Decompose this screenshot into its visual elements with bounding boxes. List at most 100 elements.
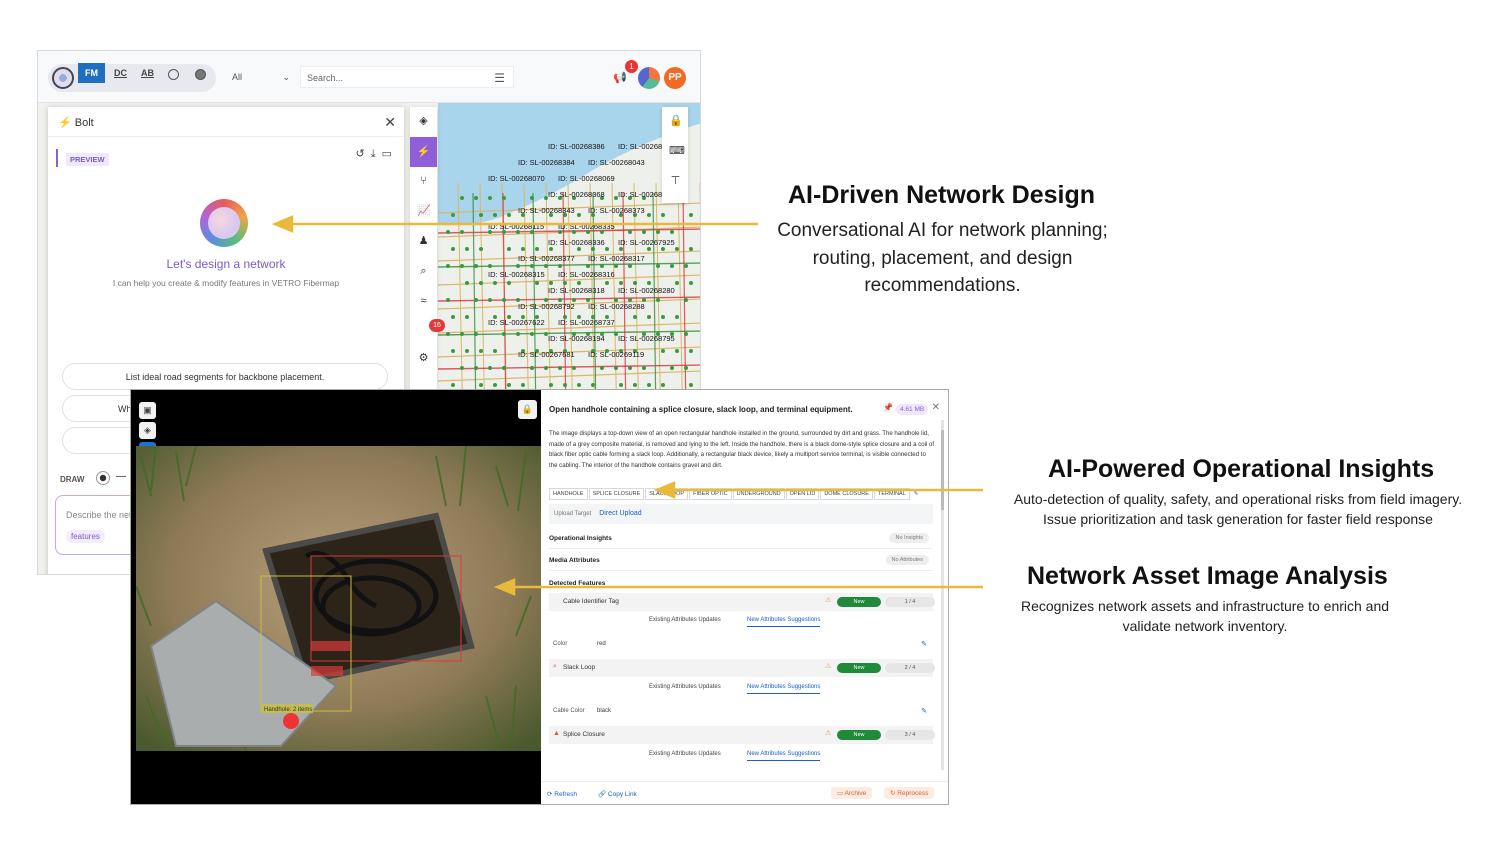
keyboard-icon[interactable]: ⌨ — [669, 145, 685, 158]
operational-insights-row[interactable]: Operational Insights No Insights — [549, 529, 933, 549]
scrollbar-thumb[interactable] — [941, 430, 944, 510]
chart-icon[interactable]: 📈 — [417, 205, 431, 218]
lock-icon[interactable]: 🔒 — [518, 400, 537, 419]
asset-point — [558, 264, 562, 268]
tab-existing-attributes[interactable]: Existing Attributes Updates — [649, 617, 721, 623]
upload-target-value[interactable]: Direct Upload — [599, 510, 641, 517]
tab-dc[interactable]: DC — [114, 68, 127, 78]
user-avatar[interactable]: PP — [664, 67, 686, 89]
refresh-button[interactable]: ⟳ Refresh — [547, 790, 577, 798]
tab-new-attributes[interactable]: New Attributes Suggestions — [747, 617, 821, 627]
feature-row[interactable]: Cable Identifier Tag ⚠ New 1 / 4 — [549, 593, 935, 611]
settings-icon[interactable]: ⚙ — [417, 352, 430, 365]
search-input[interactable]: Search... ☰ — [300, 66, 514, 88]
close-circle-icon[interactable] — [195, 69, 206, 80]
asset-point — [479, 349, 483, 353]
tab-existing-attributes[interactable]: Existing Attributes Updates — [649, 684, 721, 690]
tab-ab[interactable]: AB — [141, 68, 154, 78]
marker-dot[interactable] — [283, 713, 299, 729]
tag-chip[interactable]: SLACK LOOP — [645, 488, 689, 500]
top-toolbar: FM DC AB All ⌄ Search... ☰ 📢 1 PP — [38, 51, 700, 103]
route-icon[interactable]: ⑂ — [417, 175, 430, 188]
layers-icon[interactable]: ◈ — [417, 115, 430, 128]
image-icon[interactable]: ▣ — [139, 402, 156, 419]
asset-point — [689, 281, 693, 285]
reprocess-button[interactable]: ↻ Reprocess — [884, 787, 935, 799]
asset-point — [465, 281, 469, 285]
asset-point — [619, 281, 623, 285]
tab-new-attributes[interactable]: New Attributes Suggestions — [747, 684, 821, 694]
features-chip[interactable]: features — [66, 530, 105, 543]
tag-chip[interactable]: FIBER OPTIC — [689, 488, 732, 500]
copy-link-button[interactable]: 🔗 Copy Link — [598, 790, 637, 798]
asset-point — [493, 349, 497, 353]
menu-icon[interactable]: ☰ — [494, 71, 505, 85]
zoom-icon[interactable]: ⌕ — [417, 265, 430, 278]
asset-point — [446, 332, 450, 336]
bolt-tool-icon[interactable]: ⚡ — [410, 137, 437, 167]
asset-point — [460, 332, 464, 336]
archive-button[interactable]: ▭ Archive — [831, 787, 873, 799]
field-photo: Handhole: 2 items — [136, 446, 541, 751]
attribute-row: Cable Color black ✎ — [553, 707, 927, 715]
asset-point — [591, 247, 595, 251]
app-logo-icon[interactable] — [52, 67, 74, 89]
draw-label: DRAW — [60, 475, 85, 484]
asset-point — [507, 213, 511, 217]
bolt-avatar[interactable] — [638, 67, 660, 89]
point-tool-icon[interactable] — [96, 471, 110, 485]
close-icon[interactable]: ✕ — [384, 114, 396, 131]
trend-icon[interactable]: ≈ — [417, 295, 430, 308]
tag-chip[interactable]: OPEN LID — [785, 488, 820, 500]
edit-icon[interactable]: ✎ — [921, 707, 927, 715]
tag-chip[interactable]: DOME CLOSURE — [820, 488, 873, 500]
feature-row[interactable]: ⌕ Slack Loop ⚠ New 2 / 4 — [549, 659, 935, 677]
asset-point — [605, 281, 609, 285]
close-icon[interactable]: ✕ — [932, 402, 940, 413]
asset-point — [451, 315, 455, 319]
asset-point — [600, 366, 604, 370]
asset-point — [633, 383, 637, 387]
tab-new-attributes[interactable]: New Attributes Suggestions — [747, 751, 821, 761]
gauge-icon[interactable] — [168, 69, 179, 80]
hero-subtitle: I can help you create & modify features … — [112, 278, 340, 288]
asset-point — [675, 315, 679, 319]
edit-icon[interactable]: ✎ — [921, 640, 927, 648]
pin-icon[interactable]: 📌 — [883, 403, 893, 412]
map-label: ID: SL-00268795 — [618, 334, 675, 343]
person-icon[interactable]: ♟ — [417, 235, 430, 248]
asset-point — [600, 264, 604, 268]
media-attributes-row[interactable]: Media Attributes No Attributes — [549, 551, 933, 571]
feedback-icon[interactable]: ▭ — [382, 148, 398, 160]
line-tool-icon[interactable]: — — [116, 471, 130, 485]
hierarchy-icon[interactable]: ⊤ — [669, 175, 682, 188]
callout-body: Recognizes network assets and infrastruc… — [1020, 598, 1390, 634]
tab-existing-attributes[interactable]: Existing Attributes Updates — [649, 751, 721, 757]
scrollbar[interactable] — [941, 420, 944, 770]
megaphone-icon[interactable]: 📢 — [613, 71, 627, 84]
tag-chip[interactable]: HANDHOLE — [549, 488, 588, 500]
history-icon[interactable]: ↺ — [356, 148, 371, 160]
asset-point — [530, 366, 534, 370]
edit-icon[interactable]: ✎ — [911, 489, 922, 499]
tag-chip[interactable]: SPLICE CLOSURE — [588, 488, 645, 500]
map-label: ID: SL-00268115 — [488, 222, 544, 231]
tab-fm[interactable]: FM — [78, 63, 105, 83]
download-icon[interactable]: ⤓ — [371, 148, 382, 160]
analysis-description: The image displays a top-down view of an… — [549, 430, 935, 469]
layers-icon[interactable]: ◈ — [139, 422, 156, 439]
asset-point — [493, 213, 497, 217]
filter-select[interactable]: All ⌄ — [226, 66, 296, 88]
asset-point — [530, 332, 534, 336]
asset-point — [572, 366, 576, 370]
asset-point — [661, 213, 665, 217]
feature-row[interactable]: ▲ Splice Closure ⚠ New 3 / 4 — [549, 726, 935, 744]
lock-icon[interactable]: 🔒 — [669, 115, 683, 128]
suggestion-chip[interactable]: List ideal road segments for backbone pl… — [62, 363, 388, 390]
asset-point — [465, 315, 469, 319]
tag-chip[interactable]: UNDERGROUND — [732, 488, 785, 500]
attribute-tabs: Existing Attributes Updates New Attribut… — [549, 748, 933, 764]
no-insights-chip: No Insights — [889, 533, 929, 543]
tag-chip[interactable]: TERMINAL — [873, 488, 910, 500]
asset-point — [577, 213, 581, 217]
